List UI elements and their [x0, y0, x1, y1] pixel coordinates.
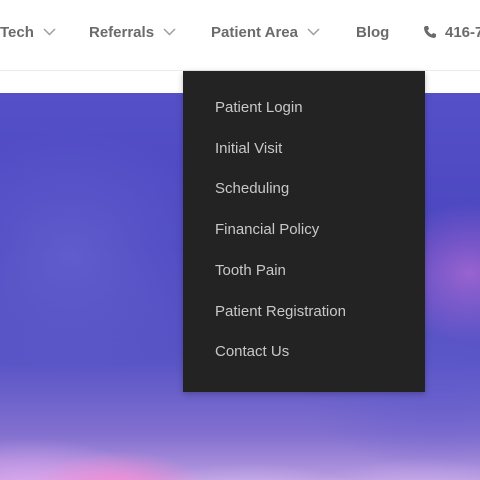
nav-item-referrals[interactable]: Referrals: [89, 0, 176, 64]
top-navigation: Tech Referrals Patient Area Blog 416-7: [0, 0, 480, 71]
dropdown-item-patient-login[interactable]: Patient Login: [215, 97, 303, 119]
nav-item-label: Tech: [0, 23, 34, 41]
nav-item-tech[interactable]: Tech: [0, 0, 56, 64]
nav-item-label: Blog: [356, 23, 390, 41]
phone-icon: [423, 25, 437, 39]
nav-item-patient-area[interactable]: Patient Area: [211, 0, 320, 64]
chevron-down-icon: [163, 28, 176, 36]
dropdown-item-contact-us[interactable]: Contact Us: [215, 341, 289, 363]
dropdown-item-scheduling[interactable]: Scheduling: [215, 178, 289, 200]
dropdown-item-patient-registration[interactable]: Patient Registration: [215, 301, 346, 323]
chevron-down-icon: [307, 28, 320, 36]
phone-link[interactable]: 416-7: [423, 0, 480, 64]
dropdown-item-financial-policy[interactable]: Financial Policy: [215, 219, 319, 241]
patient-area-dropdown: Patient Login Initial Visit Scheduling F…: [183, 71, 425, 392]
nav-item-blog[interactable]: Blog: [356, 0, 389, 64]
nav-item-label: Patient Area: [211, 23, 298, 41]
dropdown-item-tooth-pain[interactable]: Tooth Pain: [215, 260, 286, 282]
nav-item-label: Referrals: [89, 23, 155, 41]
chevron-down-icon: [43, 28, 56, 36]
phone-number: 416-7: [445, 23, 480, 41]
dropdown-item-initial-visit[interactable]: Initial Visit: [215, 138, 282, 160]
